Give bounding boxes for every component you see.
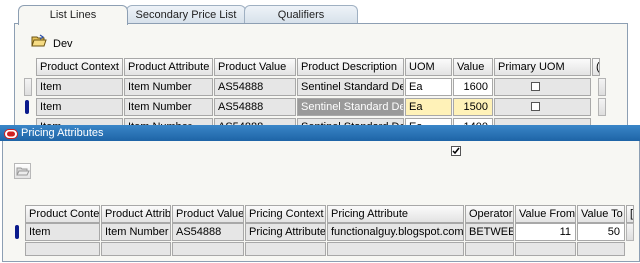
table-cell-empty[interactable] <box>25 242 100 256</box>
folder-icon <box>16 167 30 176</box>
table-cell-product-attribute[interactable]: Item Number <box>101 223 171 241</box>
table-cell-value-to[interactable]: 50 <box>577 223 625 241</box>
tab-list-lines[interactable]: List Lines <box>18 5 128 25</box>
open-folder-button[interactable] <box>14 163 31 179</box>
table-cell-product-value[interactable]: AS54888 <box>172 223 244 241</box>
header-overflow: [ <box>626 205 634 223</box>
header-product-attribute: Product Attribute <box>124 58 213 76</box>
table-cell-primary-uom[interactable] <box>494 98 591 116</box>
tab-qualifiers[interactable]: Qualifiers <box>244 5 358 24</box>
table-cell-value[interactable]: AS54888 <box>214 78 296 96</box>
primary-uom-checkbox[interactable] <box>531 102 540 111</box>
dev-label: Dev <box>53 38 73 50</box>
current-row-indicator <box>15 225 19 239</box>
window-title: Pricing Attributes <box>21 127 104 139</box>
header-primary-uom: Primary UOM <box>494 58 591 76</box>
row-selector[interactable] <box>24 78 32 96</box>
checked-checkbox[interactable] <box>451 146 461 156</box>
open-folder-icon[interactable] <box>31 34 47 48</box>
table-cell-product-context[interactable]: Item <box>25 223 100 241</box>
table-cell-description[interactable]: Sentinel Standard De <box>297 78 404 96</box>
table-cell-empty[interactable] <box>245 242 326 256</box>
row-scroll-button[interactable] <box>598 78 606 96</box>
table-cell-primary-uom[interactable] <box>494 78 591 96</box>
table-cell-empty[interactable] <box>577 242 625 256</box>
header-product-attribute: Product Attrib <box>101 205 171 223</box>
table-cell-empty[interactable] <box>172 242 244 256</box>
table-cell-empty[interactable] <box>101 242 171 256</box>
header-product-context: Product Conte: <box>25 205 100 223</box>
table-cell-uom[interactable]: Ea <box>405 98 452 116</box>
table-cell-empty[interactable] <box>515 242 576 256</box>
table-cell-attribute[interactable]: Item Number <box>124 78 213 96</box>
header-product-description: Product Description <box>297 58 404 76</box>
table-cell-empty[interactable] <box>327 242 464 256</box>
row-scroll-button[interactable] <box>626 223 634 241</box>
header-product-value: Product Value <box>172 205 244 223</box>
primary-uom-checkbox[interactable] <box>531 82 540 91</box>
table-cell-attribute[interactable]: Item Number <box>124 98 213 116</box>
table-cell-uom[interactable]: Ea <box>405 78 452 96</box>
table-cell-price[interactable]: 1500 <box>453 98 493 116</box>
row-scroll-button[interactable] <box>598 98 606 116</box>
tab-secondary-price-list[interactable]: Secondary Price List <box>126 5 246 24</box>
table-cell-pricing-context[interactable]: Pricing Attribute <box>245 223 326 241</box>
table-cell-value-from[interactable]: 11 <box>515 223 576 241</box>
header-value-from: Value From <box>515 205 576 223</box>
table-cell-description-selected[interactable]: Sentinel Standard De <box>297 98 404 116</box>
header-product-value: Product Value <box>214 58 296 76</box>
pricing-attributes-titlebar[interactable]: Pricing Attributes <box>0 125 640 141</box>
table-cell-context[interactable]: Item <box>36 98 123 116</box>
header-pricing-attribute: Pricing Attribute <box>327 205 464 223</box>
header-operator: Operator <box>465 205 514 223</box>
oracle-logo-icon <box>4 128 18 139</box>
header-uom: UOM <box>405 58 452 76</box>
table-cell-price[interactable]: 1600 <box>453 78 493 96</box>
header-overflow: ( <box>592 58 600 76</box>
header-value: Value <box>453 58 493 76</box>
table-cell-context[interactable]: Item <box>36 78 123 96</box>
table-cell-operator[interactable]: BETWEE <box>465 223 514 241</box>
header-pricing-context: Pricing Context <box>245 205 326 223</box>
header-product-context: Product Context <box>36 58 123 76</box>
header-value-to: Value To <box>577 205 625 223</box>
table-cell-pricing-attribute[interactable]: functionalguy.blogspot.com <box>327 223 464 241</box>
current-row-indicator <box>25 100 29 114</box>
table-cell-empty[interactable] <box>465 242 514 256</box>
table-cell-value[interactable]: AS54888 <box>214 98 296 116</box>
